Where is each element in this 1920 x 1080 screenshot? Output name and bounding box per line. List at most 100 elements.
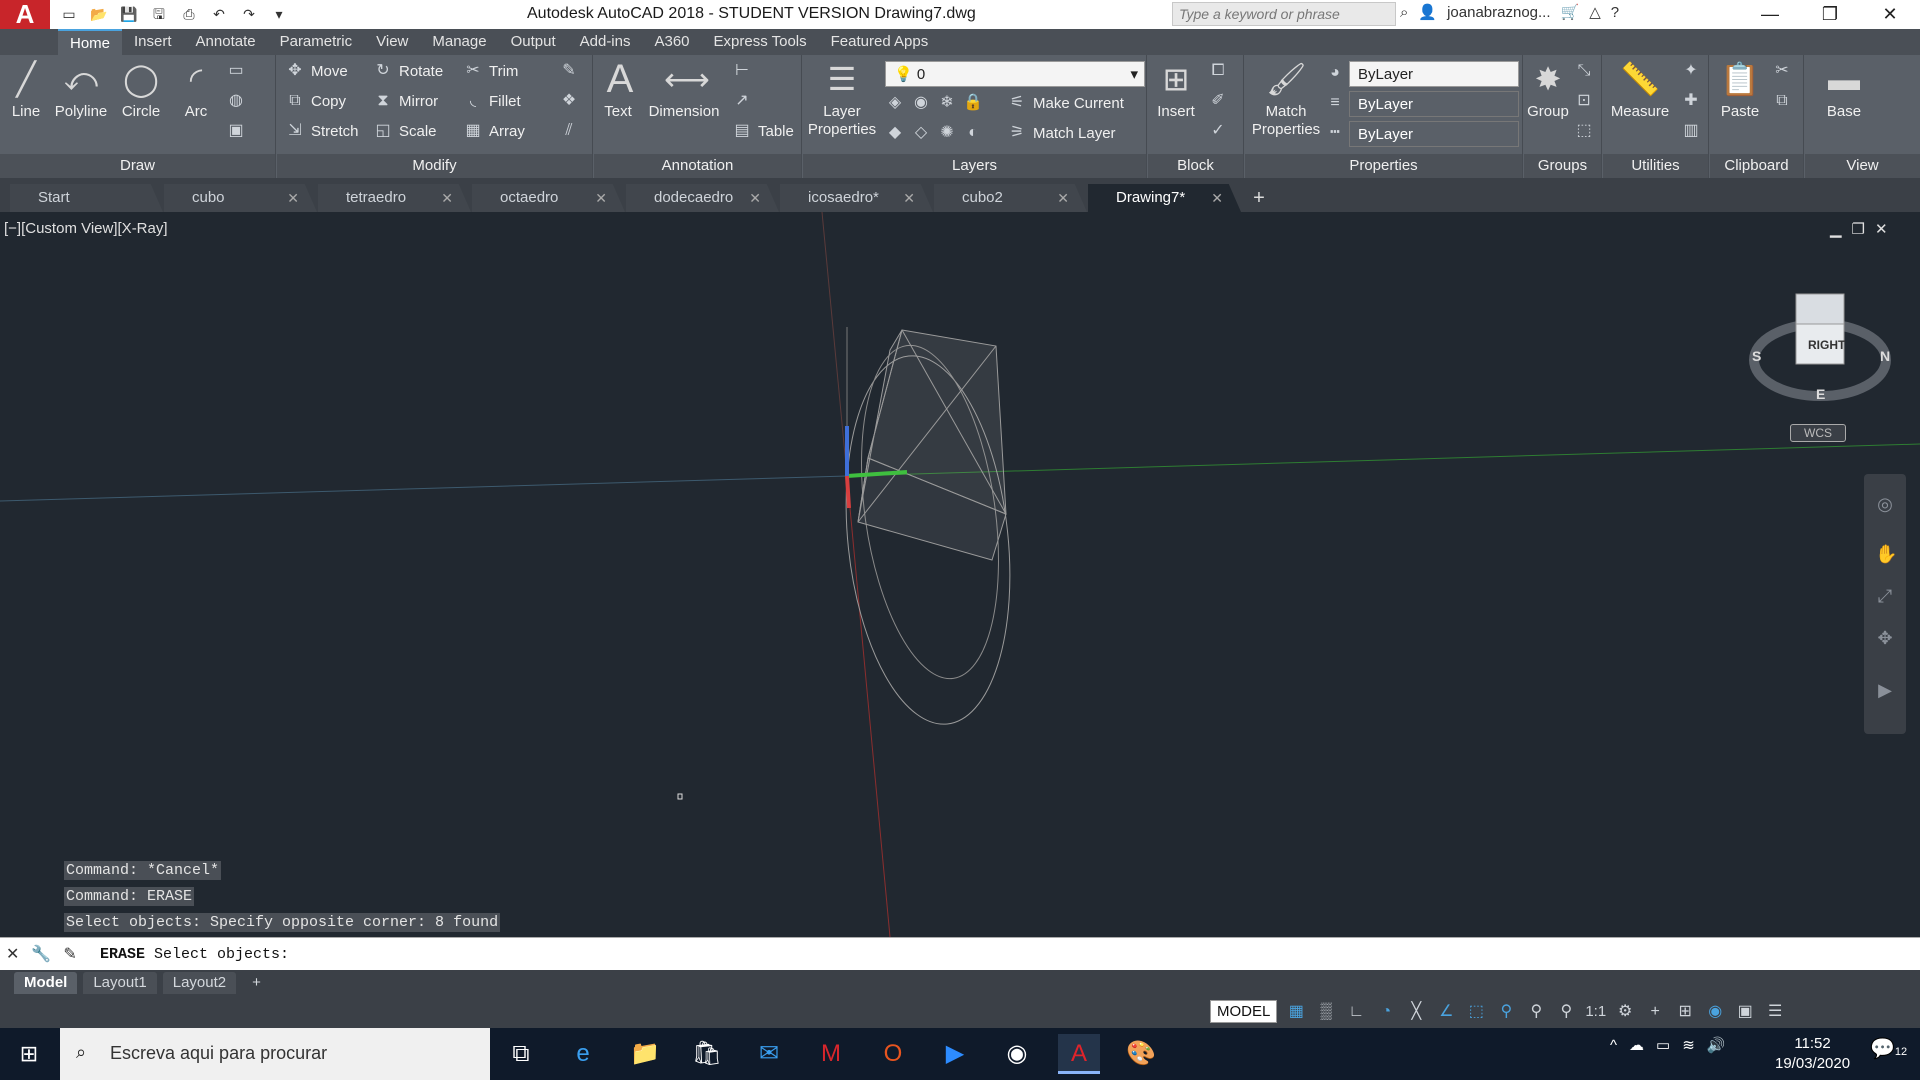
zoom-icon[interactable]: ▶ — [934, 1034, 976, 1074]
modify-panel-title[interactable]: Modify — [277, 154, 592, 178]
mirror-button[interactable]: ⧗ Mirror — [373, 91, 438, 111]
chrome-icon[interactable]: ◉ — [996, 1034, 1038, 1074]
layer-isolate-icon[interactable]: ◉ — [911, 93, 931, 113]
viewcube-top-face[interactable] — [1795, 293, 1845, 325]
id-point-button[interactable]: ✚ — [1681, 91, 1701, 111]
compass-south-label[interactable]: S — [1752, 348, 1761, 364]
notifications-icon[interactable]: 💬12 — [1870, 1036, 1907, 1061]
annotation-scale-value[interactable]: 1:1 — [1585, 1003, 1606, 1020]
cut-button[interactable]: ✂ — [1772, 61, 1792, 81]
mail-icon[interactable]: ✉ — [748, 1034, 790, 1074]
polyline-button[interactable]: ⤺ Polyline — [50, 59, 112, 121]
onedrive-icon[interactable]: ☁ — [1629, 1036, 1644, 1054]
copy-clip-button[interactable]: ⧉ — [1772, 91, 1792, 111]
close-command-icon[interactable]: ✕ — [6, 944, 19, 964]
close-tab-icon[interactable]: ✕ — [1057, 184, 1069, 212]
plus-icon[interactable]: + — [1644, 1001, 1666, 1023]
tab-layout2[interactable]: Layout2 — [162, 972, 237, 994]
file-tab-tetraedro[interactable]: tetraedro ✕ — [318, 184, 471, 212]
close-tab-icon[interactable]: ✕ — [1211, 184, 1223, 212]
zoom-extents-icon[interactable]: ⤢ — [1875, 586, 1895, 606]
viewport-minimize-icon[interactable]: ▁ — [1830, 220, 1842, 238]
customization-menu-icon[interactable]: ☰ — [1764, 1001, 1786, 1023]
viewport-controls-label[interactable]: [−][Custom View][X-Ray] — [4, 220, 168, 237]
view-panel-title[interactable]: View — [1805, 154, 1920, 178]
tab-output[interactable]: Output — [499, 29, 568, 55]
file-tab-start[interactable]: Start — [10, 184, 163, 212]
quick-select-button[interactable]: ✦ — [1681, 61, 1701, 81]
start-windows-icon[interactable]: ⊞ — [0, 1028, 58, 1080]
help-icon[interactable]: ? — [1611, 4, 1619, 21]
paint-icon[interactable]: 🎨 — [1120, 1034, 1162, 1074]
cart-icon[interactable]: 🛒 — [1561, 3, 1580, 21]
tab-insert[interactable]: Insert — [122, 29, 184, 55]
base-button[interactable]: ▬ Base — [1819, 59, 1869, 121]
trim-button[interactable]: ✂ Trim — [463, 61, 518, 81]
properties-panel-title[interactable]: Properties — [1245, 154, 1522, 178]
tab-featured-apps[interactable]: Featured Apps — [819, 29, 941, 55]
edit-block-button[interactable]: ✐ — [1208, 91, 1228, 111]
color-dropdown[interactable]: ByLayer — [1349, 61, 1519, 87]
clean-screen-icon[interactable]: ▣ — [1734, 1001, 1756, 1023]
leader-button[interactable]: ↗ — [732, 91, 752, 111]
taskbar-clock[interactable]: 11:52 19/03/2020 — [1775, 1034, 1850, 1074]
rectangle-button[interactable]: ▭ — [226, 61, 246, 81]
mcafee-icon[interactable]: M — [810, 1034, 852, 1074]
print-icon[interactable]: ⎙ — [178, 4, 200, 24]
compass-north-label[interactable]: N — [1880, 348, 1890, 364]
layers-panel-title[interactable]: Layers — [803, 154, 1146, 178]
viewcube-face-label[interactable]: RIGHT — [1808, 338, 1845, 352]
file-tab-dodecaedro[interactable]: dodecaedro ✕ — [626, 184, 779, 212]
tab-a360[interactable]: A360 — [642, 29, 701, 55]
restore-icon[interactable]: ❐ — [1800, 0, 1860, 29]
isolate-objects-icon[interactable]: ◉ — [1704, 1001, 1726, 1023]
workspace-gear-icon[interactable]: ⚙ — [1614, 1001, 1636, 1023]
minimize-icon[interactable]: — — [1740, 0, 1800, 29]
array-button[interactable]: ▦ Array — [463, 121, 524, 141]
layer-off-icon[interactable]: ◈ — [885, 93, 905, 113]
layer-unisolate-icon[interactable]: ◇ — [911, 123, 931, 143]
binoculars-icon[interactable]: ⌕ — [1400, 4, 1408, 21]
group-edit-button[interactable]: ⊡ — [1574, 91, 1594, 111]
group-select-button[interactable]: ⬚ — [1574, 121, 1594, 141]
dimension-button[interactable]: ⟷ Dimension — [644, 59, 724, 121]
steering-wheel-icon[interactable]: ◎ — [1875, 494, 1895, 514]
viewport-restore-icon[interactable]: ❐ — [1852, 220, 1865, 238]
tab-manage[interactable]: Manage — [420, 29, 498, 55]
pan-icon[interactable]: ✋ — [1875, 544, 1897, 564]
user-name[interactable]: joanabraznog... — [1447, 4, 1550, 21]
rotate-button[interactable]: ↻ Rotate — [373, 61, 443, 81]
tab-view[interactable]: View — [364, 29, 420, 55]
layer-unlock-icon[interactable]: ◐ — [963, 123, 983, 143]
model-space-button[interactable]: MODEL — [1210, 1000, 1278, 1023]
showmotion-icon[interactable]: ▶ — [1875, 680, 1895, 700]
autocad-taskbar-icon[interactable]: A — [1058, 1034, 1100, 1074]
close-tab-icon[interactable]: ✕ — [749, 184, 761, 212]
isodraft-icon[interactable]: ╳ — [1405, 1001, 1427, 1023]
layer-dropdown[interactable]: 💡 0 ▾ — [885, 61, 1145, 87]
wifi-icon[interactable]: ≋ — [1682, 1036, 1695, 1054]
close-tab-icon[interactable]: ✕ — [441, 184, 453, 212]
tab-add-ins[interactable]: Add-ins — [568, 29, 643, 55]
scale-button[interactable]: ◱ Scale — [373, 121, 436, 141]
linetype-dropdown[interactable]: ByLayer — [1349, 91, 1519, 117]
command-input[interactable]: ERASE Select objects: — [100, 946, 289, 963]
edge-browser-icon[interactable]: e — [562, 1034, 604, 1074]
match-layer-button[interactable]: ⚞ Match Layer — [1007, 123, 1116, 143]
open-file-icon[interactable]: 📂 — [88, 4, 110, 24]
help-search-input[interactable]: Type a keyword or phrase — [1172, 2, 1396, 26]
edit-attributes-button[interactable]: ✓ — [1208, 121, 1228, 141]
layer-thaw-icon[interactable]: ✺ — [937, 123, 957, 143]
tab-model[interactable]: Model — [14, 972, 78, 994]
auto-scale-icon[interactable]: ⚲ — [1525, 1001, 1547, 1023]
a360-icon[interactable]: △ — [1589, 3, 1601, 21]
new-file-icon[interactable]: ▭ — [58, 4, 80, 24]
file-explorer-icon[interactable]: 📁 — [624, 1034, 666, 1074]
explode-button[interactable]: ❖ — [559, 91, 579, 111]
command-line-bar[interactable]: ✕ 🔧 ✎ ERASE Select objects: — [0, 937, 1920, 970]
snap-icon[interactable]: ▒ — [1315, 1001, 1337, 1023]
wcs-menu[interactable]: WCS — [1790, 424, 1846, 442]
measure-button[interactable]: 📏 Measure — [1605, 59, 1675, 121]
groups-panel-title[interactable]: Groups — [1524, 154, 1601, 178]
polar-icon[interactable]: ◔ — [1375, 1001, 1397, 1023]
